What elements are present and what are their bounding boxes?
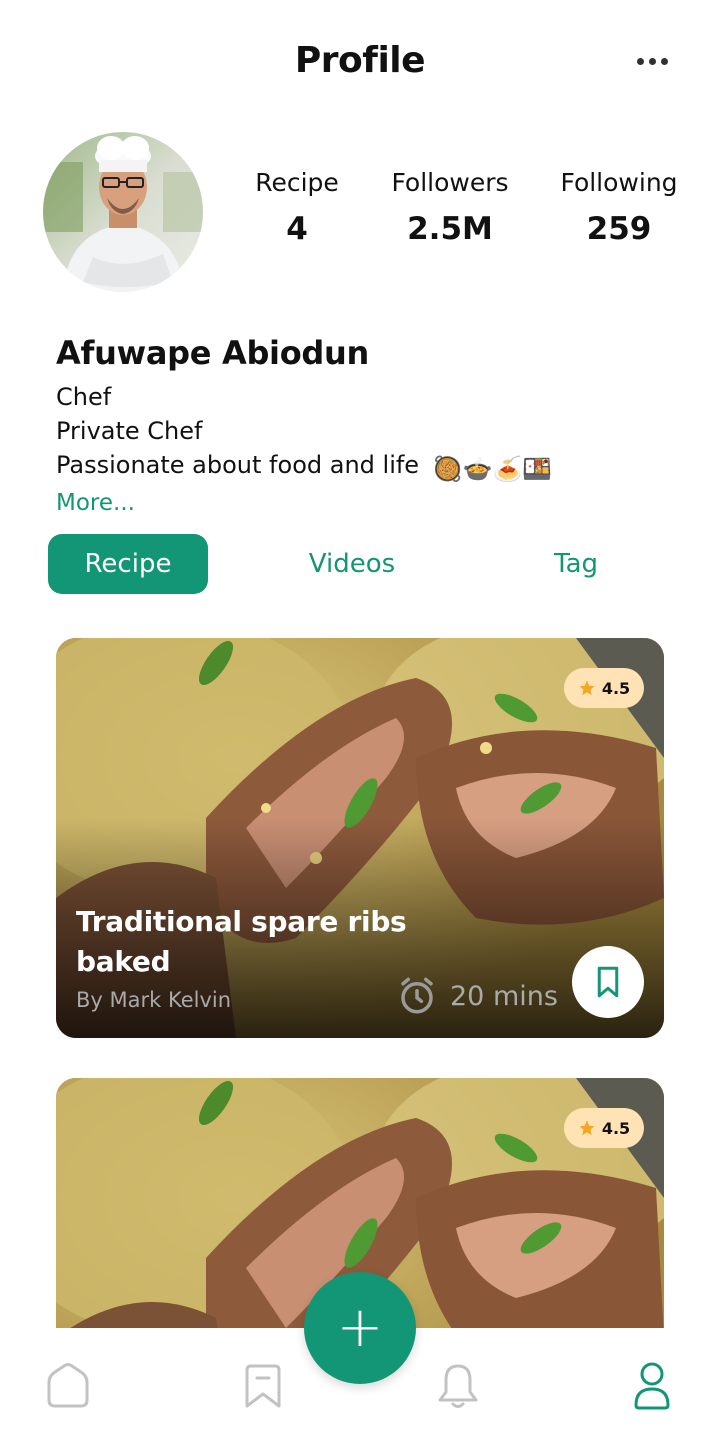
bio-line-with-emoji: Passionate about food and life 🥘🍲🍝🍱 bbox=[56, 448, 676, 486]
stat-value: 259 bbox=[586, 211, 652, 247]
stat-label: Followers bbox=[391, 168, 509, 197]
rating-badge: 4.5 bbox=[564, 668, 644, 708]
rating-value: 4.5 bbox=[601, 1118, 631, 1138]
header: Profile bbox=[0, 0, 720, 120]
bookmark-icon bbox=[245, 1364, 281, 1408]
bio-line: Private Chef bbox=[56, 417, 203, 445]
stat-value: 2.5M bbox=[407, 211, 493, 247]
content-tabs: Recipe Videos Tag bbox=[48, 534, 672, 594]
tab-tag[interactable]: Tag bbox=[496, 534, 656, 594]
more-link[interactable]: More... bbox=[56, 486, 676, 520]
stat-recipe[interactable]: Recipe 4 bbox=[242, 168, 352, 247]
tab-recipe[interactable]: Recipe bbox=[48, 534, 208, 594]
stat-label: Following bbox=[560, 168, 678, 197]
rating-value: 4.5 bbox=[601, 678, 631, 698]
recipe-time-text: 20 mins bbox=[450, 980, 558, 1012]
recipe-time: 20 mins bbox=[396, 974, 558, 1018]
add-recipe-button[interactable]: + bbox=[304, 1272, 416, 1384]
stat-label: Recipe bbox=[255, 168, 339, 197]
avatar[interactable] bbox=[43, 132, 203, 292]
food-emoji-icons: 🥘🍲🍝🍱 bbox=[432, 455, 553, 483]
stat-following[interactable]: Following 259 bbox=[554, 168, 684, 247]
chef-avatar-image bbox=[43, 132, 203, 292]
stat-followers[interactable]: Followers 2.5M bbox=[385, 168, 515, 247]
recipe-author: By Mark Kelvin bbox=[76, 988, 232, 1012]
star-icon bbox=[579, 680, 595, 696]
bio-line: Chef bbox=[56, 383, 112, 411]
star-icon bbox=[579, 1120, 595, 1136]
bio-line-text: Passionate about food and life bbox=[56, 451, 420, 479]
more-dot bbox=[636, 57, 644, 65]
more-dot bbox=[660, 57, 668, 65]
more-options-button[interactable] bbox=[628, 46, 676, 76]
stat-value: 4 bbox=[286, 211, 308, 247]
home-icon bbox=[47, 1363, 89, 1408]
profile-bio: Afuwape Abiodun Chef Private Chef Passio… bbox=[56, 334, 676, 520]
profile-icon bbox=[634, 1362, 670, 1410]
bookmark-button[interactable] bbox=[572, 946, 644, 1018]
plus-icon: + bbox=[336, 1295, 384, 1360]
bookmark-icon bbox=[597, 966, 619, 998]
alarm-clock-icon bbox=[401, 977, 433, 1014]
tab-videos[interactable]: Videos bbox=[272, 534, 432, 594]
nav-notifications[interactable] bbox=[430, 1358, 486, 1414]
page-title: Profile bbox=[294, 40, 426, 81]
more-dot bbox=[648, 57, 656, 65]
nav-profile[interactable] bbox=[624, 1358, 680, 1414]
rating-badge: 4.5 bbox=[564, 1108, 644, 1148]
nav-home[interactable] bbox=[40, 1358, 96, 1414]
recipe-title: Traditional spare ribs baked bbox=[76, 905, 407, 978]
nav-saved[interactable] bbox=[235, 1358, 291, 1414]
profile-name: Afuwape Abiodun bbox=[56, 334, 369, 372]
recipe-card[interactable]: 4.5 Traditional spare ribs baked By Mark… bbox=[56, 638, 664, 1038]
bell-icon bbox=[438, 1364, 478, 1408]
